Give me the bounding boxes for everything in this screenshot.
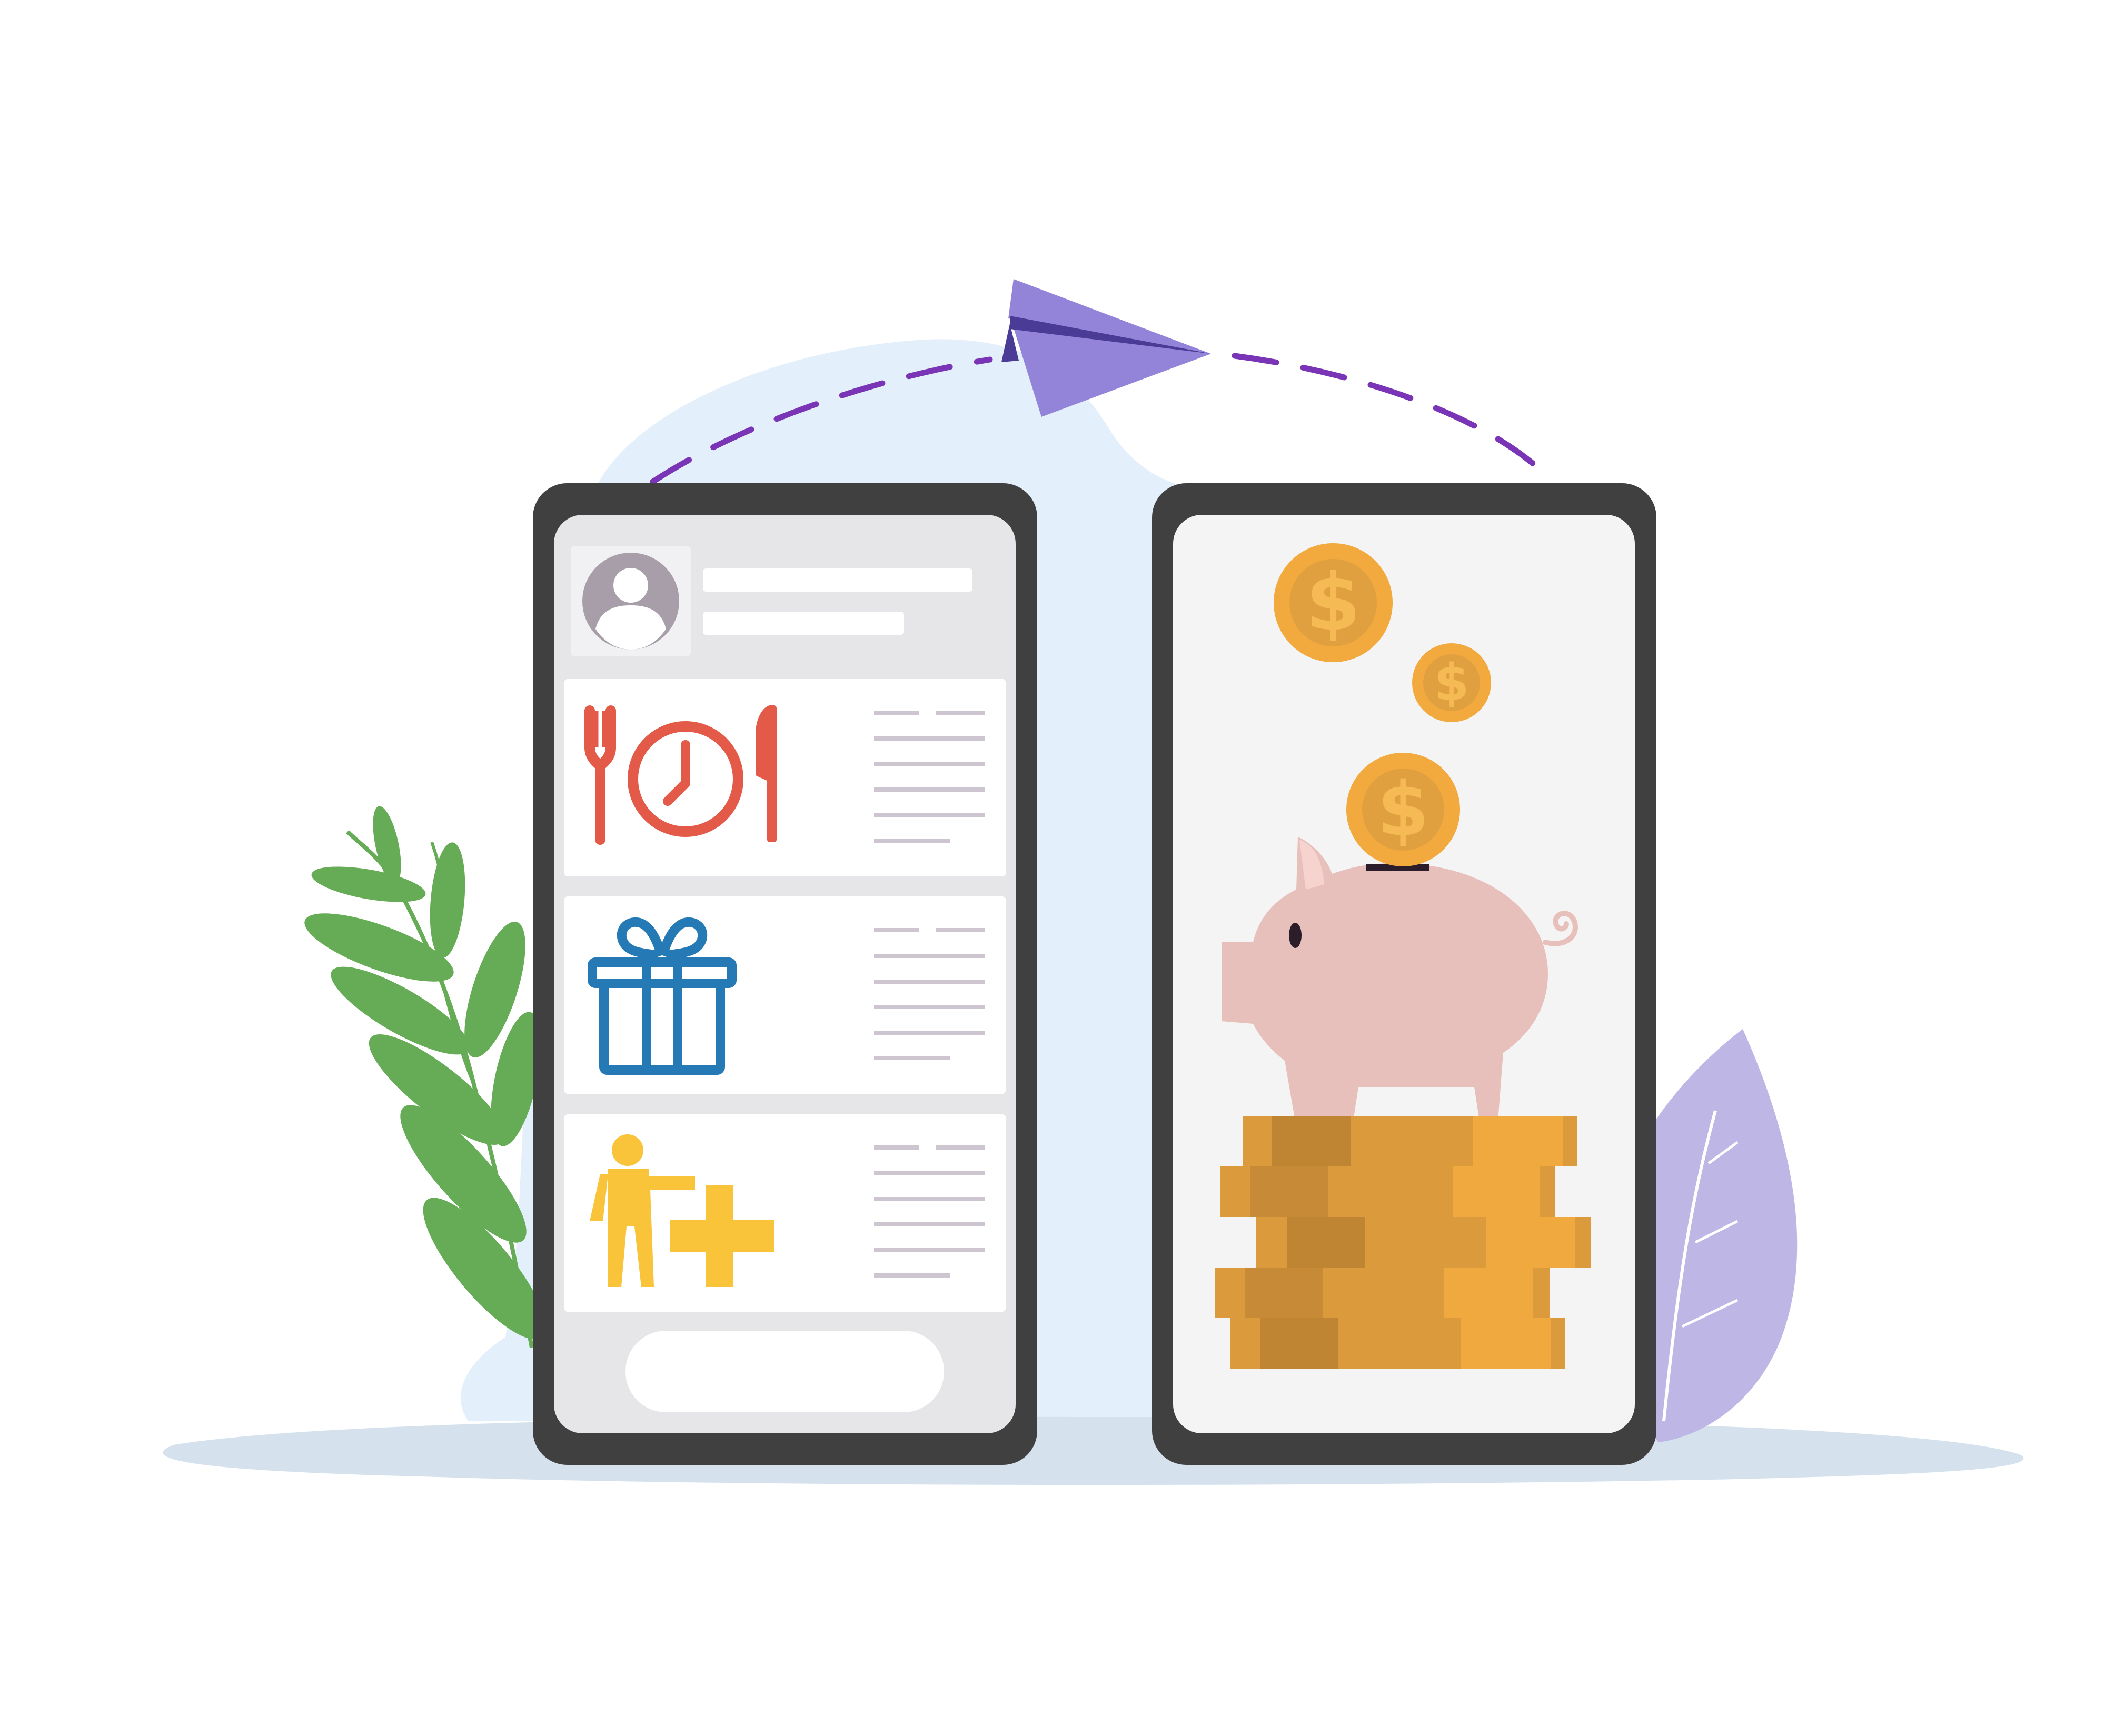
user-avatar-icon bbox=[582, 553, 679, 650]
coin-symbol: $ bbox=[1377, 766, 1429, 853]
coin-layer bbox=[1230, 1318, 1565, 1369]
coin-layer bbox=[1220, 1166, 1555, 1217]
piggy-eye bbox=[1289, 923, 1302, 948]
bottom-action-button[interactable] bbox=[625, 1331, 944, 1412]
dollar-coin-icon: $ bbox=[1412, 643, 1491, 722]
card-restaurant[interactable] bbox=[564, 679, 1006, 876]
coin-layer bbox=[1215, 1268, 1550, 1318]
floor-shadow bbox=[163, 1416, 2024, 1485]
dollar-coin-icon: $ bbox=[1274, 543, 1393, 662]
right-phone: $ $ $ bbox=[1152, 483, 1656, 1465]
coin-symbol: $ bbox=[1434, 653, 1469, 712]
card-gift[interactable] bbox=[564, 896, 1006, 1094]
coin-stack bbox=[1215, 1116, 1591, 1369]
card-add-user[interactable] bbox=[564, 1114, 1006, 1312]
coin-symbol: $ bbox=[1306, 557, 1361, 648]
illustration-canvas: $ $ $ bbox=[163, 279, 2024, 1485]
subtitle-placeholder-bar bbox=[703, 612, 904, 635]
dollar-coin-icon: $ bbox=[1346, 753, 1460, 866]
purple-leaf bbox=[1643, 1029, 1798, 1442]
coin-layer bbox=[1243, 1116, 1577, 1166]
coin-layer bbox=[1256, 1217, 1591, 1268]
name-placeholder-bar bbox=[703, 568, 972, 592]
left-phone bbox=[533, 483, 1037, 1465]
